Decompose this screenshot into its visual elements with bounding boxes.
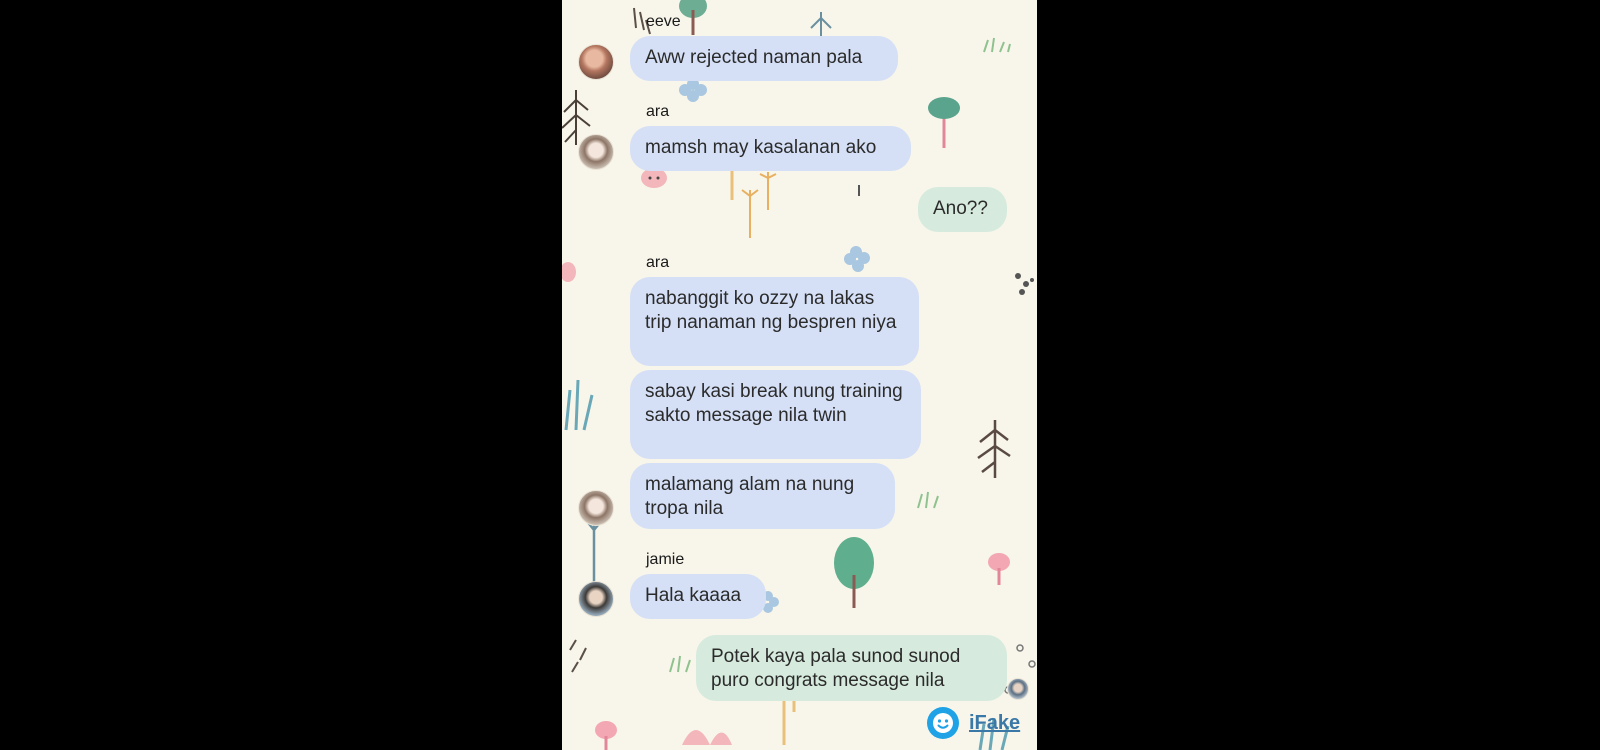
sender-name: ara — [646, 103, 670, 120]
plant-doodle — [759, 172, 777, 210]
pink-blob-doodle — [562, 262, 576, 282]
ara-avatar[interactable] — [578, 134, 614, 170]
stick-doodle — [585, 519, 603, 590]
grass-doodle — [983, 37, 1011, 53]
message-bubble[interactable]: Potek kaya pala sunod sunod puro congrat… — [696, 635, 1007, 701]
watermark-text: iFake — [969, 711, 1021, 734]
chat-screen: eeve Aww rejected naman pala ara mamsh m… — [562, 0, 1037, 750]
message-bubble[interactable]: Aww rejected naman pala — [630, 36, 898, 81]
grass-doodle — [917, 491, 939, 509]
grass-doodle — [669, 655, 691, 673]
plant-doodle — [741, 189, 759, 238]
message-bubble[interactable]: malamang alam na nung tropa nila — [630, 463, 895, 529]
tree-doodle — [834, 537, 874, 608]
sender-name: jamie — [646, 551, 685, 568]
flower-doodle — [844, 246, 870, 272]
tree-doodle — [928, 97, 960, 148]
tree-doodle — [679, 0, 707, 35]
message-bubble[interactable]: Ano?? — [918, 187, 1007, 232]
stick-doodle — [782, 700, 796, 745]
me-avatar[interactable] — [1007, 678, 1029, 700]
flower-doodle — [679, 78, 707, 102]
pink-blob-doodle — [641, 168, 667, 188]
sender-name: eeve — [646, 13, 681, 30]
flower-doodle — [682, 730, 732, 745]
grass-doodle — [564, 379, 594, 431]
message-bubble[interactable]: nabanggit ko ozzy na lakas trip nanaman … — [630, 277, 919, 366]
pine-tree-doodle — [810, 12, 832, 38]
watermark: iFake — [927, 707, 1020, 739]
jamie-avatar[interactable] — [578, 581, 614, 617]
eeve-avatar[interactable] — [578, 44, 614, 80]
dots-doodle — [1015, 273, 1034, 295]
message-bubble[interactable]: sabay kasi break nung training sakto mes… — [630, 370, 921, 459]
message-bubble[interactable]: mamsh may kasalanan ako — [630, 126, 911, 171]
smiley-icon — [927, 707, 959, 739]
mushroom-doodle — [595, 721, 617, 750]
mushroom-doodle — [988, 553, 1010, 585]
ara-avatar[interactable] — [578, 490, 614, 526]
pine-tree-doodle — [977, 420, 1011, 478]
sender-name: ara — [646, 254, 670, 271]
message-bubble[interactable]: Hala kaaaa — [630, 574, 766, 619]
scribble-doodle — [569, 639, 587, 673]
